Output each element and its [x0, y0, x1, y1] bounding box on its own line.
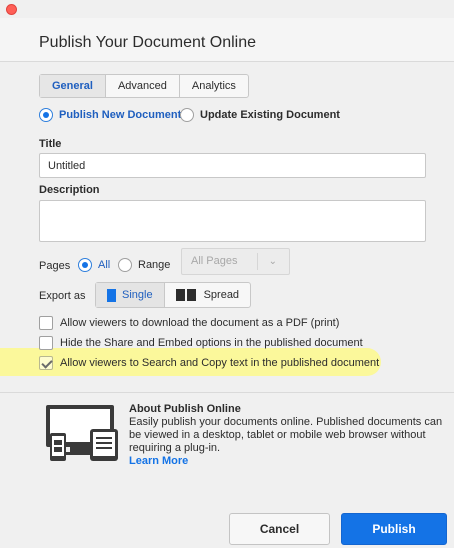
publish-button[interactable]: Publish [341, 513, 447, 545]
option-search-copy[interactable]: Allow viewers to Search and Copy text in… [39, 356, 379, 370]
publish-online-dialog: Publish Your Document Online General Adv… [0, 0, 454, 548]
spread-pages-icon [175, 289, 198, 301]
dropdown-divider [257, 253, 258, 270]
update-existing-radio[interactable] [180, 108, 194, 122]
search-copy-checkbox[interactable] [39, 356, 53, 370]
export-single-label: Single [122, 289, 153, 301]
search-copy-label: Allow viewers to Search and Copy text in… [60, 357, 380, 369]
pages-all-option[interactable]: All [78, 258, 110, 272]
export-spread-button[interactable]: Spread [165, 283, 250, 307]
download-pdf-checkbox[interactable] [39, 316, 53, 330]
publish-new-option[interactable]: Publish New Document [39, 108, 181, 122]
update-existing-label: Update Existing Document [200, 109, 340, 121]
download-pdf-label: Allow viewers to download the document a… [60, 317, 340, 329]
learn-more-link[interactable]: Learn More [129, 455, 188, 467]
pages-label: Pages [39, 260, 71, 272]
option-hide-share[interactable]: Hide the Share and Embed options in the … [39, 336, 363, 350]
publish-new-label: Publish New Document [59, 109, 182, 121]
export-as-label: Export as [39, 290, 86, 302]
tab-analytics[interactable]: Analytics [180, 75, 248, 97]
tab-general[interactable]: General [40, 75, 106, 97]
title-label: Title [39, 138, 62, 150]
description-input[interactable] [39, 200, 426, 242]
about-title: About Publish Online [129, 403, 241, 415]
close-window-button[interactable] [6, 4, 17, 15]
pages-range-radio[interactable] [118, 258, 132, 272]
pages-dropdown[interactable]: All Pages ⌄ [181, 248, 290, 275]
publish-new-radio[interactable] [39, 108, 53, 122]
dialog-title: Publish Your Document Online [39, 34, 257, 51]
devices-icon [46, 405, 118, 461]
about-description: Easily publish your documents online. Pu… [129, 416, 443, 454]
pages-all-label: All [98, 259, 111, 271]
chevron-down-icon: ⌄ [268, 256, 277, 267]
tab-advanced[interactable]: Advanced [106, 75, 180, 97]
export-single-button[interactable]: Single [96, 283, 165, 307]
pages-range-label: Range [138, 259, 171, 271]
pages-dropdown-value: All Pages [191, 255, 238, 267]
export-as-toggle: Single Spread [95, 282, 252, 308]
pages-all-radio[interactable] [78, 258, 92, 272]
export-spread-label: Spread [203, 289, 240, 301]
dialog-header: Publish Your Document Online [0, 18, 454, 62]
hide-share-label: Hide the Share and Embed options in the … [60, 337, 363, 349]
description-label: Description [39, 184, 100, 196]
tab-bar: General Advanced Analytics [39, 74, 249, 98]
cancel-button[interactable]: Cancel [229, 513, 330, 545]
hide-share-checkbox[interactable] [39, 336, 53, 350]
option-download-pdf[interactable]: Allow viewers to download the document a… [39, 316, 339, 330]
update-existing-option[interactable]: Update Existing Document [180, 108, 340, 122]
about-section: About Publish Online Easily publish your… [0, 393, 454, 548]
single-page-icon [107, 288, 116, 302]
title-input[interactable] [39, 153, 426, 178]
pages-range-option[interactable]: Range [118, 258, 170, 272]
